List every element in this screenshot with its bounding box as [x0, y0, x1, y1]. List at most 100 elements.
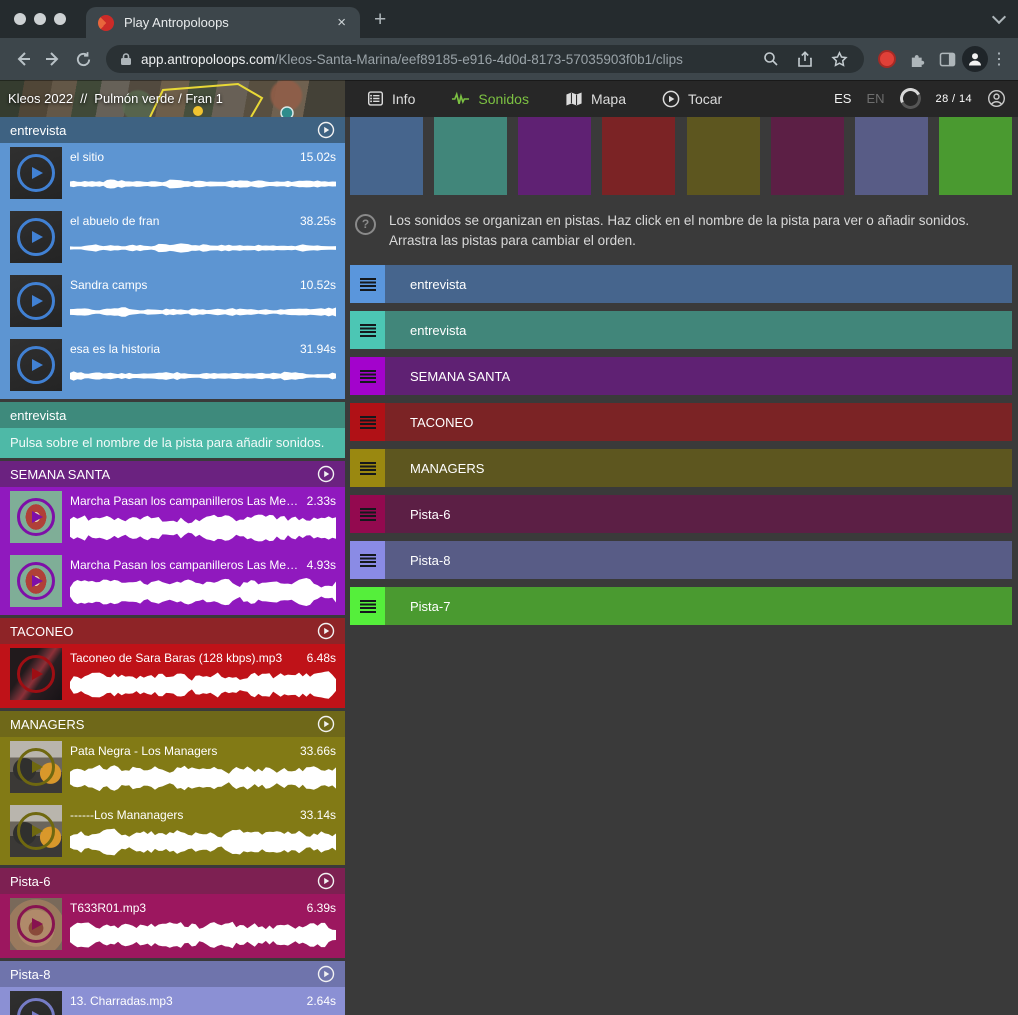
clip[interactable]: Pata Negra - Los Managers33.66s — [0, 737, 345, 801]
track-row-body[interactable]: Pista-7 — [385, 587, 1012, 625]
section-play-button[interactable] — [317, 121, 335, 139]
zoom-window-button[interactable] — [54, 13, 66, 25]
forward-button[interactable] — [38, 44, 68, 74]
clip-waveform — [70, 669, 336, 701]
clip[interactable]: Taconeo de Sara Baras (128 kbps).mp36.48… — [0, 644, 345, 708]
track-row[interactable]: MANAGERS — [350, 449, 1012, 487]
account-circle-icon[interactable] — [987, 89, 1006, 108]
profile-avatar[interactable] — [962, 46, 988, 72]
clip-duration: 2.33s — [307, 494, 336, 508]
track-row-body[interactable]: Pista-6 — [385, 495, 1012, 533]
track-row[interactable]: SEMANA SANTA — [350, 357, 1012, 395]
track-row-body[interactable]: entrevista — [385, 311, 1012, 349]
clip-play-button[interactable] — [17, 748, 55, 786]
drag-handle[interactable] — [350, 541, 385, 579]
back-button[interactable] — [8, 44, 38, 74]
share-icon[interactable] — [790, 44, 820, 74]
nav-item-mapa[interactable]: Mapa — [565, 91, 626, 107]
drag-handle[interactable] — [350, 403, 385, 441]
tab-search-chevron-icon[interactable] — [994, 12, 1004, 22]
track-row[interactable]: Pista-6 — [350, 495, 1012, 533]
nav-item-sonidos[interactable]: Sonidos — [451, 91, 529, 107]
clip-play-button[interactable] — [17, 655, 55, 693]
clip[interactable]: el abuelo de fran38.25s — [0, 207, 345, 271]
clip-play-button[interactable] — [17, 998, 55, 1015]
clip[interactable]: Sandra camps10.52s — [0, 271, 345, 335]
track-row[interactable]: entrevista — [350, 311, 1012, 349]
clip-play-button[interactable] — [17, 812, 55, 850]
section-header[interactable]: entrevista — [0, 117, 345, 143]
clip-play-button[interactable] — [17, 154, 55, 192]
track-row-body[interactable]: Pista-8 — [385, 541, 1012, 579]
track-row-body[interactable]: MANAGERS — [385, 449, 1012, 487]
section-header[interactable]: TACONEO — [0, 618, 345, 644]
browser-tab[interactable]: Play Antropoloops × — [86, 7, 360, 38]
clip-duration: 6.39s — [307, 901, 336, 915]
drag-handle[interactable] — [350, 265, 385, 303]
track-row-body[interactable]: TACONEO — [385, 403, 1012, 441]
track-color-swatch[interactable] — [518, 117, 591, 195]
drag-handle[interactable] — [350, 495, 385, 533]
track-section: Pista-813. Charradas.mp32.64s — [0, 961, 345, 1015]
track-row[interactable]: Pista-8 — [350, 541, 1012, 579]
browser-menu-kebab-icon[interactable]: ⋮ — [988, 49, 1010, 69]
track-color-swatch[interactable] — [602, 117, 675, 195]
section-play-button[interactable] — [317, 965, 335, 983]
track-color-swatch[interactable] — [350, 117, 423, 195]
section-header[interactable]: Pista-8 — [0, 961, 345, 987]
clip-play-button[interactable] — [17, 498, 55, 536]
extensions-puzzle-icon[interactable] — [902, 44, 932, 74]
clip[interactable]: ------Los Mananagers33.14s — [0, 801, 345, 865]
drag-handle[interactable] — [350, 311, 385, 349]
drag-handle[interactable] — [350, 357, 385, 395]
track-row[interactable]: TACONEO — [350, 403, 1012, 441]
project-map-thumbnail[interactable]: Kleos 2022 // Pulmón verde / Fran 1 — [0, 80, 345, 117]
clip[interactable]: Marcha Pasan los campanilleros Las Mejor… — [0, 551, 345, 615]
info-list-icon — [367, 90, 384, 107]
track-color-swatch[interactable] — [687, 117, 760, 195]
section-header[interactable]: SEMANA SANTA — [0, 461, 345, 487]
new-tab-button[interactable]: + — [374, 9, 386, 30]
track-row[interactable]: entrevista — [350, 265, 1012, 303]
section-header[interactable]: Pista-6 — [0, 868, 345, 894]
section-play-button[interactable] — [317, 622, 335, 640]
clip[interactable]: esa es la historia31.94s — [0, 335, 345, 399]
reload-button[interactable] — [68, 44, 98, 74]
track-color-swatch[interactable] — [855, 117, 928, 195]
section-play-button[interactable] — [317, 872, 335, 890]
tab-close-icon[interactable]: × — [333, 13, 350, 32]
section-play-button[interactable] — [317, 715, 335, 733]
track-color-swatch[interactable] — [939, 117, 1012, 195]
clip[interactable]: Marcha Pasan los campanilleros Las Mejor… — [0, 487, 345, 551]
track-color-swatch[interactable] — [434, 117, 507, 195]
section-play-button[interactable] — [317, 465, 335, 483]
clip-play-button[interactable] — [17, 282, 55, 320]
clip-waveform — [70, 241, 336, 255]
bookmark-star-icon[interactable] — [824, 44, 854, 74]
drag-handle[interactable] — [350, 587, 385, 625]
nav-item-tocar[interactable]: Tocar — [662, 90, 722, 108]
track-row[interactable]: Pista-7 — [350, 587, 1012, 625]
clip-play-button[interactable] — [17, 346, 55, 384]
nav-item-info[interactable]: Info — [367, 90, 415, 107]
minimize-window-button[interactable] — [34, 13, 46, 25]
clip-play-button[interactable] — [17, 562, 55, 600]
close-window-button[interactable] — [14, 13, 26, 25]
track-row-body[interactable]: entrevista — [385, 265, 1012, 303]
clip[interactable]: el sitio15.02s — [0, 143, 345, 207]
language-en-button[interactable]: EN — [866, 91, 884, 106]
clip[interactable]: T633R01.mp36.39s — [0, 894, 345, 958]
track-color-swatch[interactable] — [771, 117, 844, 195]
side-panel-icon[interactable] — [932, 44, 962, 74]
section-header[interactable]: entrevista — [0, 402, 345, 428]
url-bar[interactable]: app.antropoloops.com/Kleos-Santa-Marina/… — [106, 45, 864, 73]
zoom-page-icon[interactable] — [756, 44, 786, 74]
drag-handle[interactable] — [350, 449, 385, 487]
clip[interactable]: 13. Charradas.mp32.64s — [0, 987, 345, 1015]
section-header[interactable]: MANAGERS — [0, 711, 345, 737]
track-row-body[interactable]: SEMANA SANTA — [385, 357, 1012, 395]
clip-play-button[interactable] — [17, 905, 55, 943]
language-es-button[interactable]: ES — [834, 91, 851, 106]
clip-play-button[interactable] — [17, 218, 55, 256]
screen-record-indicator-icon[interactable] — [872, 44, 902, 74]
